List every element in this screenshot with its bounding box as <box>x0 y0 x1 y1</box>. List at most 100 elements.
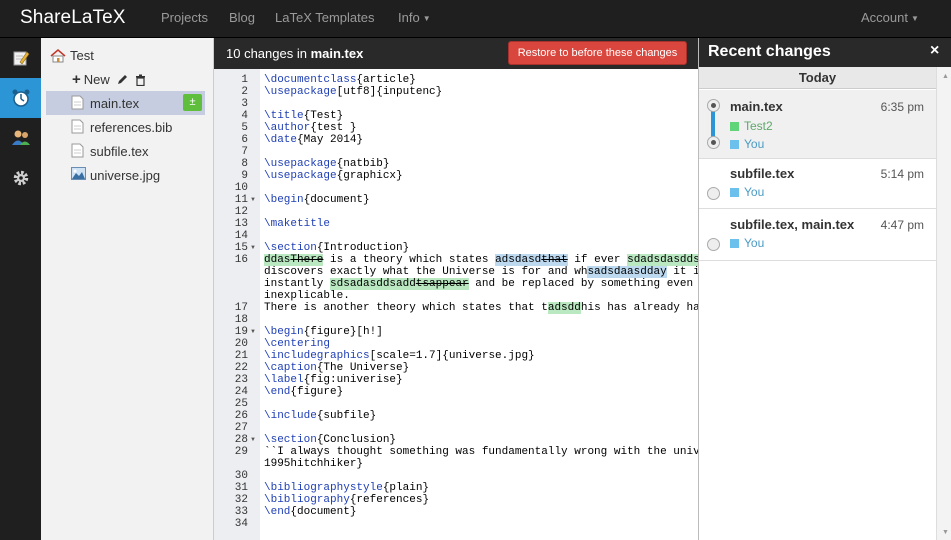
trash-icon[interactable] <box>135 74 146 86</box>
file-item-universe-jpg[interactable]: universe.jpg <box>46 163 205 187</box>
line-number: 12 <box>234 206 248 218</box>
recent-changes-panel: Recent changes × Today ▲ ▼ main.tex 6:35 … <box>698 38 951 540</box>
file-name: main.tex <box>90 95 140 111</box>
fold-arrow-icon[interactable]: ▼ <box>250 326 256 338</box>
file-name: subfile.tex <box>90 143 149 159</box>
line-number: 11 <box>234 194 248 206</box>
change-entry[interactable]: subfile.tex, main.tex 4:47 pm You <box>699 209 936 261</box>
line-gutter: 1 2 3 4 5 6 7 8 9 10 11 ▼ 12 13 14 15 ▼ 16 17 18 19 ▼ 20 21 22 23… <box>214 69 260 540</box>
line-number: 17 <box>234 302 248 314</box>
nav-blog[interactable]: Blog <box>229 10 255 25</box>
user-color-swatch <box>730 121 739 131</box>
code-line: \section{Introduction} <box>264 242 410 254</box>
day-header: Today <box>699 67 936 89</box>
code-line: \usepackage{natbib} <box>264 158 390 170</box>
new-file-button[interactable]: New <box>84 72 110 87</box>
line-number: 32 <box>234 494 248 506</box>
share-users-button[interactable] <box>0 118 41 158</box>
project-root[interactable]: Test <box>50 48 94 63</box>
nav-latex-templates[interactable]: LaTeX Templates <box>275 10 375 25</box>
line-number: 19 <box>234 326 248 338</box>
file-item-main-tex[interactable]: main.tex ± <box>46 91 205 115</box>
change-user: You <box>730 137 764 151</box>
restore-button[interactable]: Restore to before these changes <box>508 41 687 65</box>
code-line: \begin{figure}[h!] <box>264 326 383 338</box>
fold-arrow-icon[interactable]: ▼ <box>250 242 256 254</box>
change-files: subfile.tex <box>730 166 795 181</box>
nav-projects[interactable]: Projects <box>161 10 208 25</box>
code-line: \bibliography{references} <box>264 494 430 506</box>
diff-title: 10 changes in main.tex <box>226 46 363 61</box>
scroll-up-icon[interactable]: ▲ <box>942 73 949 80</box>
settings-button[interactable] <box>0 158 41 198</box>
scrollbar[interactable]: ▲ ▼ <box>936 67 951 540</box>
recent-changes-title: Recent changes <box>708 43 831 60</box>
range-radio[interactable] <box>707 238 720 251</box>
code-line: \usepackage{graphicx} <box>264 170 403 182</box>
line-number: 14 <box>234 230 248 242</box>
close-icon[interactable]: × <box>930 42 939 60</box>
change-user: You <box>730 236 764 250</box>
scroll-down-icon[interactable]: ▼ <box>942 529 949 536</box>
account-dropdown[interactable]: Account ▼ <box>861 10 919 25</box>
change-entry[interactable]: subfile.tex 5:14 pm You <box>699 159 936 209</box>
line-number: 5 <box>241 122 248 134</box>
file-icon <box>71 95 84 110</box>
line-number: 27 <box>234 422 248 434</box>
code-line: \title{Test} <box>264 110 344 122</box>
file-icon <box>71 143 84 158</box>
file-toolbar: + New <box>72 71 146 88</box>
code-line-changed: inexplicable. <box>264 290 350 302</box>
diff-badge: ± <box>183 94 202 111</box>
file-item-subfile-tex[interactable]: subfile.tex <box>46 139 205 163</box>
user-color-swatch <box>730 238 739 248</box>
line-number: 30 <box>234 470 248 482</box>
change-count: 10 changes in <box>226 46 307 61</box>
user-color-swatch <box>730 187 739 197</box>
change-user: You <box>730 185 764 199</box>
diff-file-name: main.tex <box>310 46 364 61</box>
edit-button[interactable] <box>0 38 41 78</box>
line-number: 7 <box>241 146 248 158</box>
code-line: \end{figure} <box>264 386 344 398</box>
fold-arrow-icon[interactable]: ▼ <box>250 194 256 206</box>
line-number: 9 <box>241 170 248 182</box>
line-number: 15 <box>234 242 248 254</box>
code-line: \end{document} <box>264 506 357 518</box>
line-number: 6 <box>241 134 248 146</box>
line-number: 21 <box>234 350 248 362</box>
change-user: Test2 <box>730 119 773 133</box>
fold-arrow-icon[interactable]: ▼ <box>250 434 256 446</box>
user-color-swatch <box>730 139 739 149</box>
pencil-icon[interactable] <box>116 74 128 86</box>
user-name: You <box>744 185 765 199</box>
history-button[interactable] <box>0 78 41 118</box>
code-line: 1995hitchhiker} <box>264 458 364 470</box>
line-number: 22 <box>234 362 248 374</box>
image-icon <box>71 167 86 180</box>
code-line: \bibliographystyle{plain} <box>264 482 430 494</box>
line-number: 31 <box>234 482 248 494</box>
range-radio[interactable] <box>707 187 720 200</box>
change-entry[interactable]: main.tex 6:35 pm Test2 You <box>699 90 936 159</box>
settings-icon <box>13 170 28 186</box>
range-start-radio[interactable] <box>707 99 720 112</box>
code-line: \includegraphics[scale=1.7]{universe.jpg… <box>264 350 535 362</box>
change-time: 4:47 pm <box>880 218 924 232</box>
code-line: \author{test } <box>264 122 357 134</box>
diff-header: 10 changes in main.tex Restore to before… <box>214 38 698 69</box>
account-label: Account <box>861 10 908 25</box>
brand-logo[interactable]: ShareLaTeX <box>20 7 126 29</box>
code-line: \begin{document} <box>264 194 370 206</box>
line-number: 25 <box>234 398 248 410</box>
home-icon <box>50 48 66 62</box>
range-end-radio[interactable] <box>707 136 720 149</box>
line-number: 29 <box>234 446 248 458</box>
nav-info-dropdown[interactable]: Info ▼ <box>398 10 431 25</box>
file-item-references-bib[interactable]: references.bib <box>46 115 205 139</box>
line-number: 34 <box>234 518 248 530</box>
code-line: \documentclass{article} <box>264 74 416 86</box>
top-navbar: ShareLaTeX Projects Blog LaTeX Templates… <box>0 0 951 38</box>
line-number: 28 <box>234 434 248 446</box>
line-number: 24 <box>234 386 248 398</box>
